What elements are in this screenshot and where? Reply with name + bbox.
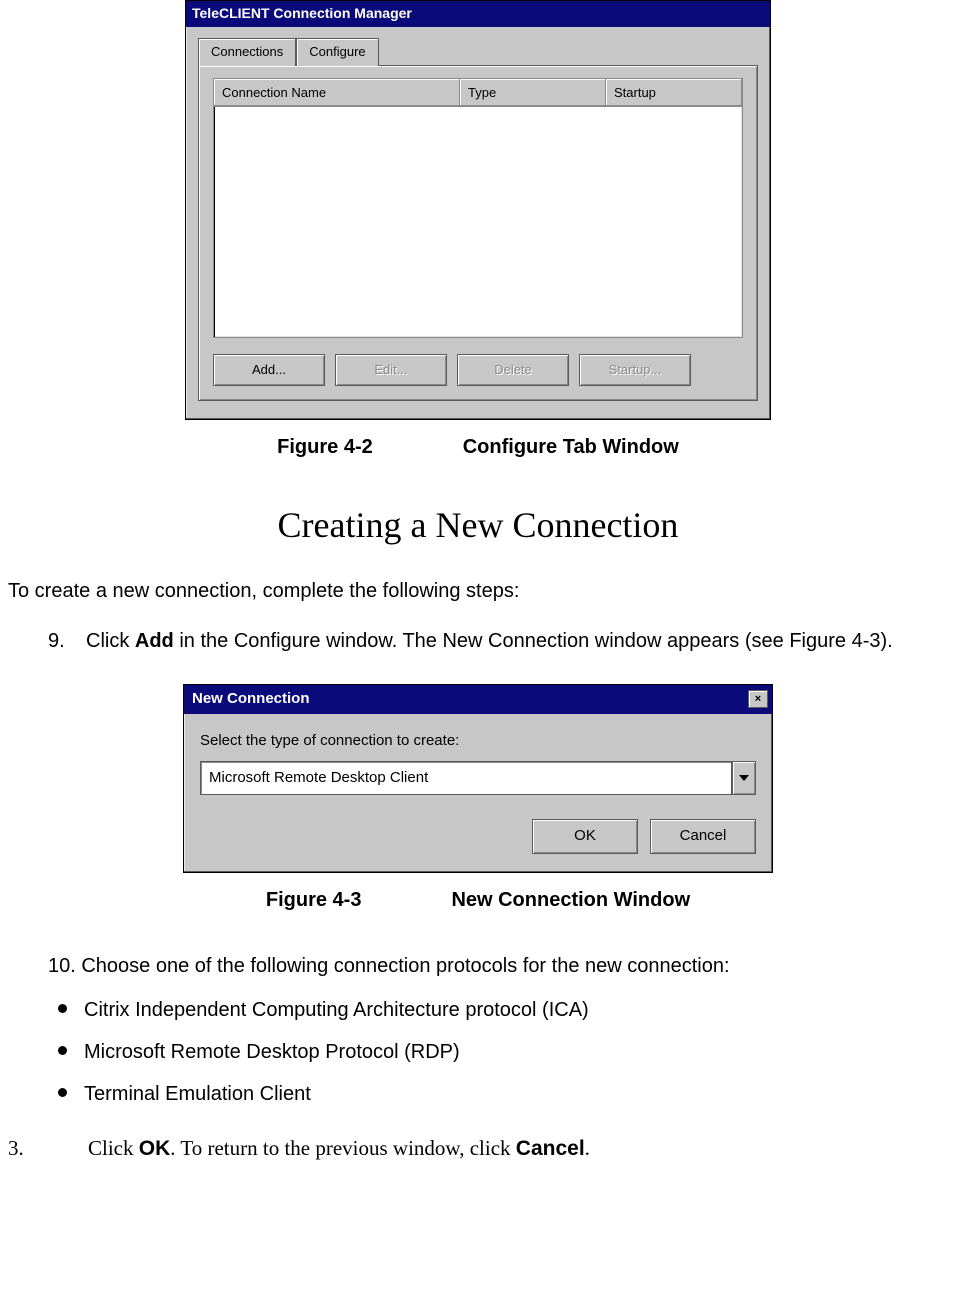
col-connection-name[interactable]: Connection Name: [214, 79, 460, 107]
tab-connections[interactable]: Connections: [198, 38, 296, 66]
add-button[interactable]: Add...: [213, 354, 325, 386]
step-10: 10. Choose one of the following connecti…: [48, 951, 948, 981]
step-3-text: Click OK. To return to the previous wind…: [88, 1133, 590, 1165]
cm-tab-strip: Connections Configure: [198, 37, 758, 65]
nc-label: Select the type of connection to create:: [200, 730, 756, 753]
nc-title: New Connection: [192, 688, 310, 711]
edit-button: Edit...: [335, 354, 447, 386]
figure-4-3-title: New Connection Window: [451, 889, 690, 911]
step-3-ok: OK: [139, 1137, 171, 1160]
step-9-text: Click Add in the Configure window. The N…: [86, 626, 893, 656]
col-type[interactable]: Type: [460, 79, 606, 107]
list-item: Citrix Independent Computing Architectur…: [48, 995, 948, 1025]
step-9: 9. Click Add in the Configure window. Th…: [48, 626, 948, 656]
startup-button: Startup...: [579, 354, 691, 386]
cm-list-body: [214, 107, 742, 337]
nc-button-row: OK Cancel: [200, 819, 756, 854]
list-item: Microsoft Remote Desktop Protocol (RDP): [48, 1037, 948, 1067]
col-startup[interactable]: Startup: [606, 79, 742, 107]
cm-list-header: Connection Name Type Startup: [214, 79, 742, 108]
cm-body: Connections Configure Connection Name Ty…: [186, 27, 770, 419]
nc-titlebar: New Connection ×: [184, 685, 772, 715]
figure-4-2-title: Configure Tab Window: [463, 436, 679, 458]
figure-4-2-number: Figure 4-2: [277, 436, 373, 458]
tab-configure[interactable]: Configure: [296, 38, 378, 66]
chevron-down-icon[interactable]: [732, 761, 756, 796]
step-3-number: 3.: [8, 1133, 88, 1165]
new-connection-window: New Connection × Select the type of conn…: [183, 684, 773, 873]
figure-4-2-caption: Figure 4-2 Configure Tab Window: [8, 432, 948, 462]
figure-4-3-caption: Figure 4-3 New Connection Window: [8, 885, 948, 915]
list-item: Terminal Emulation Client: [48, 1079, 948, 1109]
step-9-number: 9.: [48, 626, 86, 656]
cm-connection-list: Connection Name Type Startup: [213, 78, 743, 339]
close-icon[interactable]: ×: [748, 690, 768, 708]
protocol-list: Citrix Independent Computing Architectur…: [48, 995, 948, 1109]
step-9-bold: Add: [135, 630, 174, 652]
cancel-button[interactable]: Cancel: [650, 819, 756, 854]
cm-titlebar: TeleCLIENT Connection Manager: [186, 1, 770, 27]
intro-text: To create a new connection, complete the…: [8, 576, 948, 606]
section-heading: Creating a New Connection: [8, 498, 948, 552]
cm-button-row: Add... Edit... Delete Startup...: [213, 354, 743, 386]
figure-4-3-number: Figure 4-3: [266, 889, 362, 911]
cm-panel: Connection Name Type Startup Add... Edit…: [198, 65, 758, 401]
connection-type-select[interactable]: Microsoft Remote Desktop Client: [200, 761, 756, 796]
connection-type-value: Microsoft Remote Desktop Client: [200, 761, 732, 796]
step-3-cancel: Cancel: [516, 1137, 585, 1160]
connection-manager-window: TeleCLIENT Connection Manager Connection…: [185, 0, 771, 420]
step-3: 3. Click OK. To return to the previous w…: [8, 1133, 948, 1165]
nc-body: Select the type of connection to create:…: [184, 714, 772, 872]
delete-button: Delete: [457, 354, 569, 386]
ok-button[interactable]: OK: [532, 819, 638, 854]
